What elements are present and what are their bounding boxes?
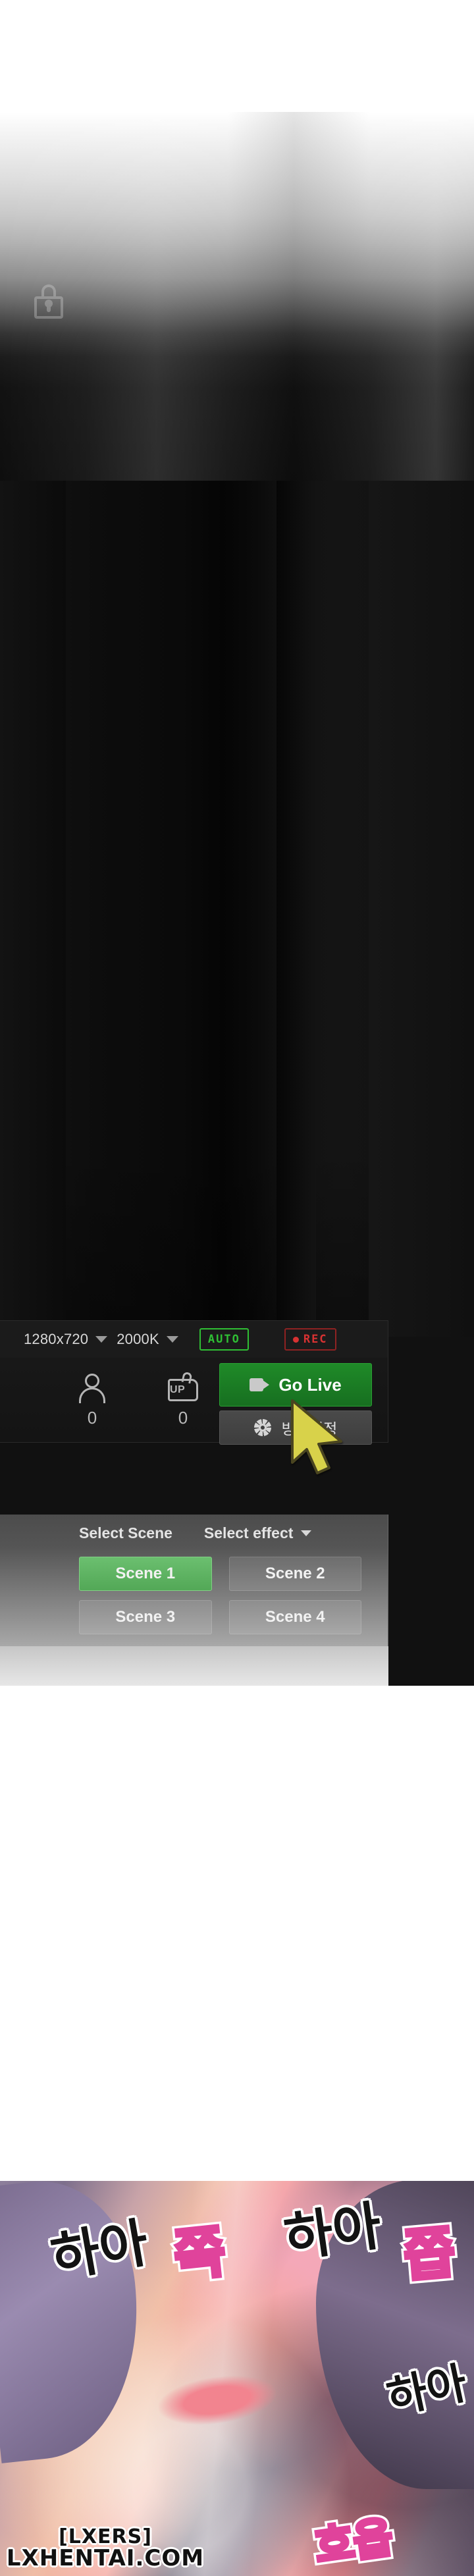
auto-badge[interactable]: AUTO [199,1328,249,1351]
door-frame-middle [276,481,316,1337]
person-icon [71,1372,113,1404]
scene-button-3[interactable]: Scene 3 [79,1600,212,1634]
watermark-line-1: [LXERS] [59,2525,152,2548]
top-white-gap [0,0,474,112]
bitrate-value: 2000K [117,1331,159,1347]
record-dot-icon [292,1336,299,1343]
room-backdrop-upper [0,112,474,507]
door-frame-left [0,481,66,1337]
stream-counters: 0 UP 0 [0,1368,204,1428]
rec-badge-label: REC [303,1333,328,1346]
go-live-label: Go Live [278,1374,342,1395]
gear-icon [253,1419,271,1436]
middle-white-gap [0,1686,474,2107]
rec-badge[interactable]: REC [284,1328,336,1351]
chevron-down-icon [95,1336,108,1343]
bitrate-select[interactable]: 2000K [117,1331,178,1348]
select-scene-title: Select Scene [79,1524,172,1542]
scene-panel-header: Select Scene Select effect [0,1515,388,1551]
scene-grid: Scene 1 Scene 2 Scene 3 Scene 4 [0,1551,388,1634]
sound-effect-4-fill: 쫍 [400,2218,460,2290]
like-count: 0 [178,1408,188,1428]
door-frame-right [369,481,474,1337]
video-camera-icon [250,1378,270,1391]
sound-effect-1: 하아 [46,2211,153,2290]
viewer-count: 0 [87,1408,97,1428]
lock-keyhole [45,300,53,312]
stream-capture-panel: 1280x720 2000K AUTO REC 0 UP 0 Go Live S… [0,112,474,1686]
thumbs-up-icon: UP [162,1371,204,1404]
sound-effect-6-fill: 흐읍 [310,2511,398,2574]
select-effect-dropdown[interactable]: Select effect [204,1524,312,1542]
lock-icon [34,284,63,319]
sound-effect-2-fill: 쪽 [169,2217,230,2291]
scene-button-2[interactable]: Scene 2 [228,1557,361,1591]
panel-bottom-fade: ··· [0,1646,388,1686]
select-effect-label: Select effect [203,1524,294,1542]
viewer-counter: 0 [71,1372,113,1428]
resolution-value: 1280x720 [24,1331,89,1347]
like-counter: UP 0 [162,1371,204,1428]
watermark-line-2: LXHENTAI.COM [6,2545,205,2572]
comic-top-white-strip [0,2107,474,2181]
chevron-down-icon [166,1336,178,1343]
thumbs-up-label: UP [170,1384,186,1395]
resolution-select[interactable]: 1280x720 [24,1331,108,1348]
comic-panel: 하아 쪽 쪽 하아 쫍 쫍 하아 흐읍 흐읍 [LXERS] LXHENTAI.… [0,2107,474,2576]
scene-button-1[interactable]: Scene 1 [79,1557,212,1591]
watermark: [LXERS] LXHENTAI.COM [0,2527,211,2571]
scene-button-4[interactable]: Scene 4 [228,1600,361,1634]
chevron-down-icon [301,1530,312,1536]
stream-settings-bar: 1280x720 2000K AUTO REC [0,1321,388,1358]
sound-effect-3: 하아 [280,2195,385,2269]
